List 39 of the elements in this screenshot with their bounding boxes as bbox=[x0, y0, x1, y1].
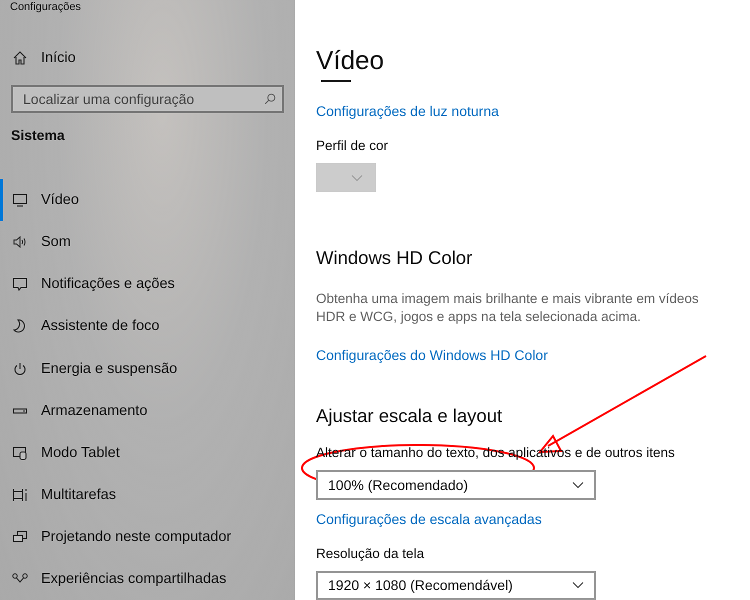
dropdown[interactable]: 1920 × 1080 (Recomendável) bbox=[316, 570, 596, 600]
field-label: Perfil de cor bbox=[316, 136, 388, 155]
sidebar-item[interactable]: Multitarefas bbox=[0, 474, 295, 516]
monitor-icon bbox=[12, 192, 28, 208]
home-icon bbox=[12, 50, 28, 66]
page-title: Vídeo bbox=[316, 44, 384, 76]
chevron-icon bbox=[351, 174, 363, 182]
settings-link[interactable]: Configurações do Windows HD Color bbox=[316, 346, 548, 364]
power-icon bbox=[12, 360, 28, 377]
field-label: Resolução da tela bbox=[316, 544, 424, 563]
speech-bubble-icon bbox=[12, 276, 28, 292]
sidebar-item[interactable]: Modo Tablet bbox=[0, 432, 295, 474]
dropdown[interactable]: 100% (Recomendado) bbox=[316, 470, 596, 500]
sidebar-item[interactable]: Experiências compartilhadas bbox=[0, 558, 295, 600]
sidebar-item[interactable]: Assistente de foco bbox=[0, 305, 295, 348]
chevron-icon bbox=[572, 480, 584, 489]
sidebar-item[interactable]: Notificações e ações bbox=[0, 263, 295, 306]
sidebar-item[interactable]: Projetando neste computador bbox=[0, 516, 295, 558]
multitask-icon bbox=[12, 486, 28, 503]
section-heading: Windows HD Color bbox=[316, 246, 472, 270]
speaker-icon bbox=[12, 234, 28, 250]
description-text: Obtenha uma imagem mais brilhante e mais vibrante em vídeos HDR e WCG, jogos e apps na tela selecionada acima. bbox=[316, 290, 700, 326]
search-icon bbox=[263, 92, 277, 106]
settings-link[interactable]: Configurações de luz noturna bbox=[316, 102, 499, 120]
window-title: Configurações bbox=[9, 0, 82, 15]
sidebar-item[interactable]: Vídeo bbox=[0, 179, 295, 222]
moon-icon bbox=[12, 318, 28, 334]
sidebar-item[interactable]: Som bbox=[0, 221, 295, 264]
screens-icon bbox=[12, 528, 28, 545]
sidebar-item[interactable]: Armazenamento bbox=[0, 390, 295, 432]
tablet-icon bbox=[12, 444, 28, 461]
chevron-icon bbox=[572, 581, 584, 590]
settings-link[interactable]: Configurações de escala avançadas bbox=[316, 510, 542, 528]
sidebar-item[interactable]: Energia e suspensão bbox=[0, 347, 295, 390]
section-heading: Ajustar escala e layout bbox=[316, 404, 502, 428]
scroll-indicator bbox=[321, 80, 351, 82]
home-link[interactable]: Início bbox=[0, 37, 295, 78]
section-heading: Sistema bbox=[10, 126, 66, 144]
search-field[interactable]: Localizar uma configuração bbox=[11, 84, 284, 112]
